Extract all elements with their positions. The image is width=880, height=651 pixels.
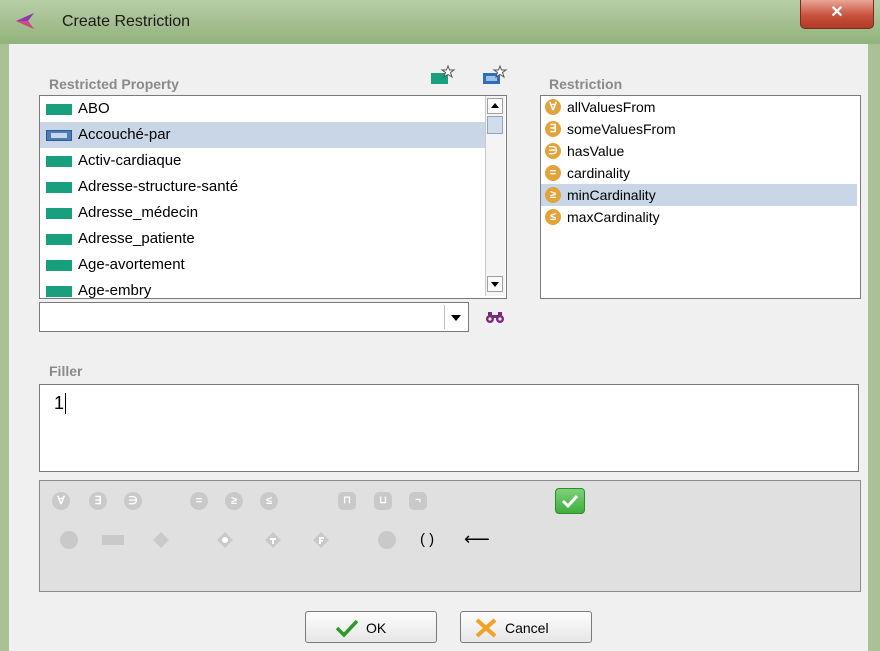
text-caret (65, 393, 66, 414)
restriction-item-label: minCardinality (567, 187, 656, 203)
restriction-item-mincardinality[interactable]: ≥ minCardinality (541, 184, 857, 206)
restriction-item-label: someValuesFrom (567, 121, 676, 137)
filler-input[interactable]: 1 (39, 384, 859, 472)
combo-dropdown-button[interactable] (444, 305, 467, 329)
restriction-item-somevaluesfrom[interactable]: ∃ someValuesFrom (541, 118, 857, 140)
restriction-item-maxcardinality[interactable]: ≤ maxCardinality (541, 206, 857, 228)
true-symbol-button[interactable] (264, 531, 282, 549)
exists-icon: ∃ (545, 121, 561, 137)
restriction-item-allvaluesfrom[interactable]: ∀ allValuesFrom (541, 96, 857, 118)
max-cardinality-symbol-button[interactable]: ≤ (260, 492, 278, 510)
restriction-item-label: cardinality (567, 165, 631, 181)
forall-icon: ∀ (545, 99, 561, 115)
arrow-symbol-button[interactable]: ⟵ (464, 529, 490, 550)
property-symbol-button[interactable] (102, 535, 124, 545)
cancel-button-label: Cancel (505, 620, 549, 636)
has-value-symbol-button[interactable]: ∋ (124, 492, 142, 510)
property-search-combo[interactable] (39, 302, 469, 332)
checkmark-icon (335, 619, 359, 638)
restriction-item-hasvalue[interactable]: ∋ hasValue (541, 140, 857, 162)
equals-icon: = (545, 165, 561, 181)
property-item-label: Adresse_patiente (78, 230, 195, 247)
symbol-palette: ∀ ∃ ∋ = ≥ ≤ ⊓ ⊔ ¬ ( ) ⟵ (39, 480, 861, 592)
restriction-item-cardinality[interactable]: = cardinality (541, 162, 857, 184)
property-item-accouche-par[interactable]: Accouché-par (40, 122, 486, 148)
property-item-activ-cardiaque[interactable]: Activ-cardiaque (40, 148, 486, 174)
property-list[interactable]: ABO Accouché-par Activ-cardiaque Adresse… (39, 95, 507, 299)
restriction-label: Restriction (549, 76, 623, 92)
class-symbol-button[interactable] (60, 531, 78, 549)
property-item-age-avortement[interactable]: Age-avortement (40, 252, 486, 278)
has-value-icon: ∋ (545, 143, 561, 159)
individual-symbol-button[interactable] (152, 531, 170, 549)
property-item-adresse-medecin[interactable]: Adresse_médecin (40, 200, 486, 226)
close-button[interactable]: ✕ (800, 0, 874, 29)
filler-value: 1 (54, 393, 65, 413)
property-item-adresse-patiente[interactable]: Adresse_patiente (40, 226, 486, 252)
datatype-property-icon (46, 208, 72, 219)
property-item-age-embry[interactable]: Age-embry (40, 278, 486, 299)
app-icon (16, 13, 34, 29)
property-item-abo[interactable]: ABO (40, 96, 486, 122)
dialog-content: Restricted Property ABO Accouché-par Act… (9, 44, 868, 651)
cancel-button[interactable]: Cancel (460, 611, 592, 643)
title-bar[interactable]: Create Restriction ✕ (0, 0, 880, 44)
add-object-property-icon[interactable] (482, 64, 508, 86)
datatype-property-icon (46, 182, 72, 193)
one-of-symbol-button[interactable] (378, 531, 396, 549)
filler-label: Filler (49, 363, 83, 379)
cancel-x-icon (475, 618, 497, 638)
datatype-property-icon (46, 156, 72, 167)
add-property-icon[interactable] (430, 64, 456, 86)
property-item-label: Adresse_médecin (78, 204, 199, 221)
restricted-property-label: Restricted Property (49, 76, 179, 92)
datatype-property-icon (46, 286, 72, 297)
min-cardinality-symbol-button[interactable]: ≥ (225, 492, 243, 510)
greater-equal-icon: ≥ (545, 187, 561, 203)
datatype-property-icon (46, 260, 72, 271)
union-symbol-button[interactable]: ⊔ (374, 492, 392, 510)
restriction-item-label: allValuesFrom (567, 99, 656, 115)
datatype-symbol-button[interactable] (216, 531, 234, 549)
datatype-property-icon (46, 104, 72, 115)
window-title: Create Restriction (62, 13, 191, 30)
forall-symbol-button[interactable]: ∀ (52, 492, 70, 510)
negation-symbol-button[interactable]: ¬ (409, 492, 427, 510)
property-item-label: Age-embry (78, 282, 152, 299)
chevron-down-icon (451, 315, 461, 321)
datatype-property-icon (46, 234, 72, 245)
property-item-adresse-structure-sante[interactable]: Adresse-structure-santé (40, 174, 486, 200)
arrow-down-icon (491, 282, 499, 287)
create-restriction-dialog: Create Restriction ✕ Restricted Property… (0, 0, 880, 651)
window-frame-right (868, 44, 880, 651)
less-equal-icon: ≤ (545, 209, 561, 225)
scroll-down-button[interactable] (487, 276, 503, 292)
ok-button-label: OK (366, 620, 387, 636)
restriction-list[interactable]: ∀ allValuesFrom ∃ someValuesFrom ∋ hasVa… (540, 95, 861, 299)
property-item-label: Activ-cardiaque (78, 152, 182, 169)
property-item-label: ABO (78, 100, 110, 117)
exists-symbol-button[interactable]: ∃ (89, 492, 107, 510)
restriction-item-label: maxCardinality (567, 209, 660, 225)
property-item-label: Adresse-structure-santé (78, 178, 239, 195)
property-item-label: Accouché-par (78, 126, 171, 143)
close-icon: ✕ (830, 4, 844, 21)
object-property-icon (46, 130, 72, 141)
arrow-up-icon (491, 103, 499, 108)
validate-button[interactable] (555, 488, 585, 514)
false-symbol-button[interactable] (312, 531, 330, 549)
parentheses-symbol-button[interactable]: ( ) (420, 531, 434, 548)
binoculars-icon[interactable] (485, 310, 505, 324)
intersection-symbol-button[interactable]: ⊓ (338, 492, 356, 510)
scroll-up-button[interactable] (487, 98, 503, 114)
restriction-item-label: hasValue (567, 143, 625, 159)
checkmark-icon (561, 494, 579, 509)
window-frame-left (0, 44, 9, 651)
cardinality-symbol-button[interactable]: = (190, 492, 208, 510)
property-item-label: Age-avortement (78, 256, 185, 273)
scrollbar-thumb[interactable] (487, 116, 503, 134)
ok-button[interactable]: OK (305, 611, 437, 643)
property-list-scrollbar[interactable] (485, 96, 505, 296)
